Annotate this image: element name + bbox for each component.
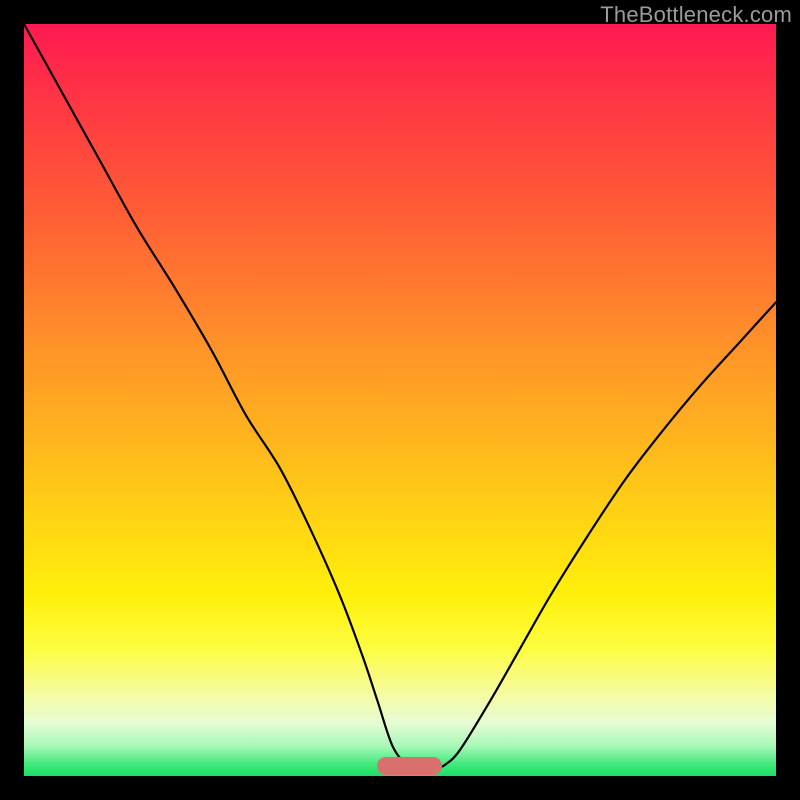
chart-frame: TheBottleneck.com <box>0 0 800 800</box>
optimum-marker <box>377 757 442 775</box>
bottleneck-curve <box>24 24 776 776</box>
watermark-text: TheBottleneck.com <box>600 2 792 28</box>
plot-area <box>24 24 776 776</box>
